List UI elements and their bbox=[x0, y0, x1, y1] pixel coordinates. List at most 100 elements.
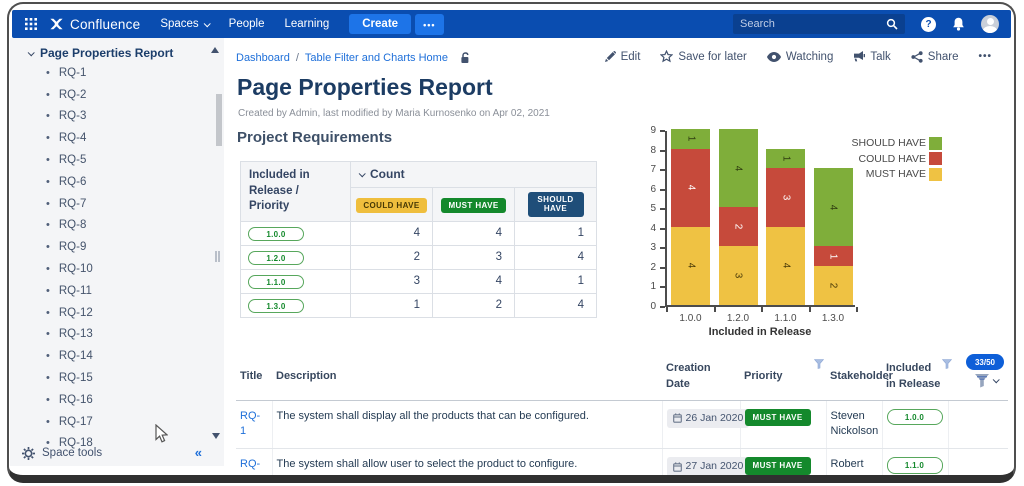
priority-badge: SHOULD HAVE bbox=[528, 192, 584, 217]
sidebar-page-item[interactable]: • RQ-6 bbox=[10, 171, 224, 193]
legend-swatch bbox=[929, 152, 942, 165]
legend-swatch bbox=[929, 137, 942, 150]
y-tick bbox=[660, 228, 665, 230]
bar-segment-label: 2 bbox=[733, 224, 744, 230]
pivot-corner-header: Included in Release / Priority bbox=[241, 162, 351, 222]
bullet-icon: • bbox=[46, 394, 50, 406]
sidebar-page-label: RQ-10 bbox=[59, 263, 93, 275]
y-tick bbox=[660, 189, 665, 191]
bar-segment: 4 bbox=[719, 129, 758, 207]
pivot-value: 4 bbox=[433, 269, 515, 293]
bar-segment: 4 bbox=[814, 168, 853, 246]
sidebar-page-item[interactable]: • RQ-10 bbox=[10, 258, 224, 280]
bullet-icon: • bbox=[46, 285, 50, 297]
user-avatar[interactable] bbox=[981, 15, 999, 33]
logo-wordmark: Confluence bbox=[70, 17, 140, 32]
requirement-link[interactable]: RQ- bbox=[240, 457, 264, 473]
bullet-icon: • bbox=[46, 67, 50, 79]
x-tick bbox=[856, 307, 858, 312]
priority-badge: MUST HAVE bbox=[441, 198, 505, 214]
x-category-label: 1.2.0 bbox=[719, 313, 758, 324]
unlock-icon[interactable] bbox=[460, 52, 471, 64]
confluence-logo-icon bbox=[49, 17, 64, 31]
sidebar-page-item[interactable]: • RQ-4 bbox=[10, 127, 224, 149]
search-box[interactable] bbox=[733, 14, 905, 34]
filter-funnel-icon[interactable] bbox=[814, 359, 824, 369]
bullet-icon: • bbox=[46, 350, 50, 362]
nav-more-button[interactable]: ••• bbox=[415, 14, 443, 35]
filter-count-badge[interactable]: 33/50 bbox=[966, 354, 1004, 370]
breadcrumb-current-link[interactable]: Table Filter and Charts Home bbox=[305, 52, 448, 64]
nav-item-people[interactable]: People bbox=[229, 18, 265, 30]
date-badge: 27 Jan 2020 bbox=[667, 457, 750, 476]
create-button[interactable]: Create bbox=[349, 14, 411, 34]
sidebar-page-item[interactable]: • RQ-9 bbox=[10, 236, 224, 258]
sidebar-page-item[interactable]: • RQ-14 bbox=[10, 345, 224, 367]
pivot-value: 2 bbox=[433, 293, 515, 317]
bar-segment: 1 bbox=[814, 246, 853, 266]
sidebar-page-item[interactable]: • RQ-3 bbox=[10, 106, 224, 128]
save-for-later-button[interactable]: Save for later bbox=[660, 50, 746, 63]
bar-segment: 3 bbox=[719, 246, 758, 305]
sidebar-page-item[interactable]: • RQ-16 bbox=[10, 389, 224, 411]
pivot-value: 4 bbox=[433, 221, 515, 245]
requirement-description: The system shall allow user to select th… bbox=[272, 449, 662, 483]
sidebar-header-page-properties-report[interactable]: Page Properties Report bbox=[28, 46, 173, 60]
help-icon[interactable]: ? bbox=[921, 17, 936, 32]
col-header-title: Title bbox=[236, 356, 272, 400]
sidebar-resize-handle[interactable] bbox=[215, 251, 222, 262]
requirement-link[interactable]: RQ-1 bbox=[240, 409, 264, 441]
top-navbar: Confluence Spaces People Learning Create… bbox=[12, 10, 1011, 38]
scrollbar-thumb[interactable] bbox=[216, 94, 222, 146]
app-switcher-icon[interactable] bbox=[25, 18, 37, 30]
x-tick bbox=[714, 307, 716, 312]
watching-button[interactable]: Watching bbox=[767, 51, 834, 63]
release-lozenge: 1.0.0 bbox=[887, 409, 943, 426]
sidebar-page-label: RQ-8 bbox=[59, 219, 86, 231]
pivot-row: 1.0.0 4 4 1 bbox=[241, 221, 597, 245]
scrollbar-down-arrow[interactable] bbox=[212, 433, 220, 439]
legend-label: COULD HAVE bbox=[859, 153, 927, 165]
bar-segment-label: 4 bbox=[828, 204, 839, 210]
bullet-icon: • bbox=[46, 132, 50, 144]
pivot-col-must-have: MUST HAVE bbox=[433, 187, 515, 221]
edit-button[interactable]: Edit bbox=[605, 51, 641, 63]
talk-button[interactable]: Talk bbox=[853, 51, 890, 63]
search-input[interactable] bbox=[740, 18, 886, 30]
scrollbar-up-arrow[interactable] bbox=[211, 47, 219, 53]
bullet-icon: • bbox=[46, 307, 50, 319]
sidebar-page-item[interactable]: • RQ-12 bbox=[10, 302, 224, 324]
y-tick-label: 1 bbox=[634, 281, 656, 293]
eye-icon bbox=[767, 52, 781, 62]
bar-segment-label: 4 bbox=[733, 165, 744, 171]
nav-item-learning[interactable]: Learning bbox=[284, 18, 329, 30]
notifications-bell-icon[interactable] bbox=[952, 17, 965, 31]
breadcrumb-dashboard-link[interactable]: Dashboard bbox=[236, 52, 290, 64]
sidebar-page-label: RQ-3 bbox=[59, 110, 86, 122]
sidebar-page-item[interactable]: • RQ-1 bbox=[10, 62, 224, 84]
sidebar-page-label: RQ-14 bbox=[59, 350, 93, 362]
bar-segment-label: 3 bbox=[733, 273, 744, 279]
chevron-down-icon bbox=[993, 376, 1000, 383]
page-byline: Created by Admin, last modified by Maria… bbox=[238, 108, 550, 119]
chevron-down-icon bbox=[359, 170, 366, 177]
sidebar-collapse-button[interactable]: « bbox=[195, 445, 202, 460]
table-filter-button[interactable] bbox=[974, 373, 998, 388]
report-row: RQ-1 The system shall display all the pr… bbox=[236, 400, 1008, 449]
sidebar-page-item[interactable]: • RQ-2 bbox=[10, 84, 224, 106]
release-lozenge: 1.2.0 bbox=[248, 251, 304, 265]
sidebar-page-item[interactable]: • RQ-17 bbox=[10, 411, 224, 433]
sidebar-page-item[interactable]: • RQ-7 bbox=[10, 193, 224, 215]
sidebar-page-item[interactable]: • RQ-5 bbox=[10, 149, 224, 171]
share-button[interactable]: Share bbox=[911, 51, 959, 63]
sidebar-page-item[interactable]: • RQ-8 bbox=[10, 215, 224, 237]
pivot-count-header[interactable]: Count bbox=[351, 162, 597, 188]
sidebar-page-item[interactable]: • RQ-13 bbox=[10, 324, 224, 346]
confluence-logo[interactable]: Confluence bbox=[49, 17, 140, 32]
report-row: RQ- The system shall allow user to selec… bbox=[236, 449, 1008, 483]
sidebar-page-item[interactable]: • RQ-11 bbox=[10, 280, 224, 302]
space-tools-button[interactable]: Space tools bbox=[10, 440, 224, 466]
sidebar-page-item[interactable]: • RQ-15 bbox=[10, 367, 224, 389]
more-actions-button[interactable]: ••• bbox=[978, 51, 992, 62]
nav-item-spaces[interactable]: Spaces bbox=[160, 18, 208, 30]
